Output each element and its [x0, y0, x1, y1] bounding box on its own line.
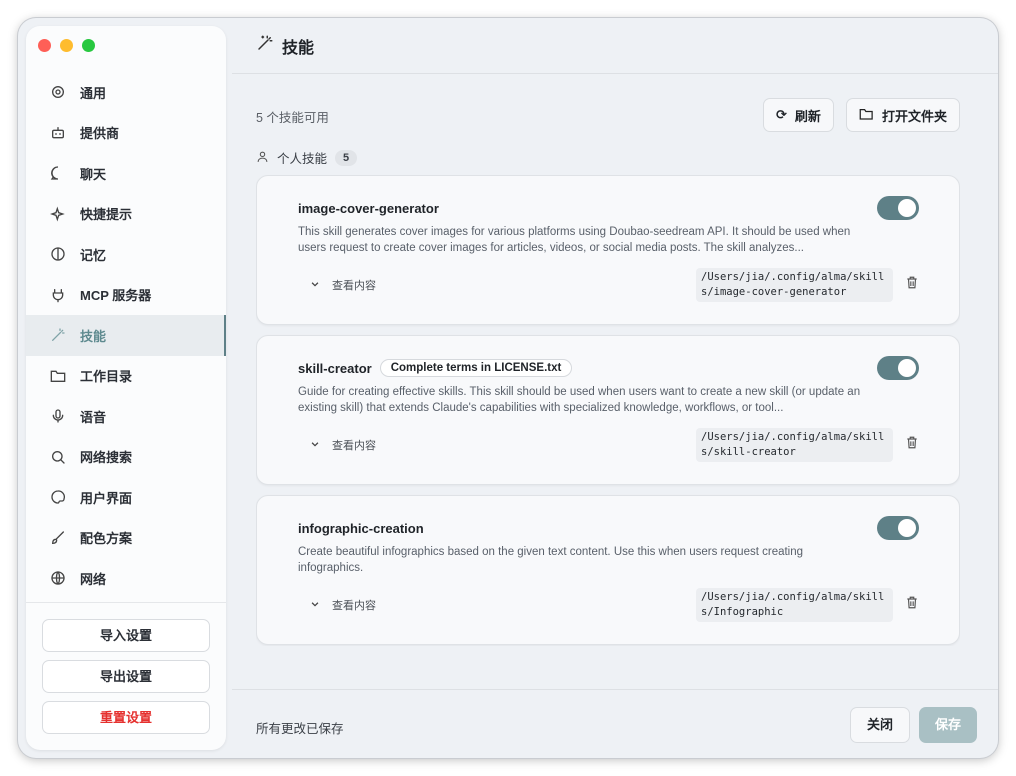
footer: 所有更改已保存 关闭 保存	[232, 689, 998, 758]
trash-icon[interactable]	[905, 435, 919, 455]
sidebar-item-2[interactable]: 聊天	[26, 153, 226, 194]
sidebar-item-label: 网络搜索	[80, 450, 133, 466]
gear-icon	[50, 84, 66, 100]
sidebar-item-label: 记忆	[80, 247, 107, 263]
magic-wand-icon	[50, 327, 66, 343]
skill-card: skill-creator Complete terms in LICENSE.t…	[256, 335, 960, 485]
sidebar-item-10[interactable]: 用户界面	[26, 477, 226, 518]
sidebar-item-label: 提供商	[80, 126, 120, 142]
skill-enabled-toggle[interactable]	[877, 196, 919, 220]
brush-icon	[50, 530, 66, 546]
chevron-down-icon	[310, 599, 320, 612]
minimize-window-button[interactable]	[60, 39, 73, 52]
view-content-label: 查看内容	[332, 280, 376, 292]
section-label: 个人技能	[277, 152, 328, 166]
skill-card: infographic-creation Create beautiful in…	[256, 495, 960, 645]
view-content-toggle[interactable]: 查看内容	[298, 437, 376, 453]
sidebar-item-label: 聊天	[80, 166, 107, 182]
zoom-window-button[interactable]	[82, 39, 95, 52]
skill-path: /Users/jia/.config/alma/skills/Infograph…	[696, 588, 893, 622]
plug-icon	[50, 287, 66, 303]
traffic-lights	[38, 39, 95, 52]
sidebar-item-0[interactable]: 通用	[26, 72, 226, 113]
sidebar-item-label: MCP 服务器	[80, 288, 152, 304]
sidebar-item-label: 工作目录	[80, 369, 133, 385]
sidebar-item-4[interactable]: 记忆	[26, 234, 226, 275]
sidebar-item-label: 配色方案	[80, 531, 133, 547]
user-icon	[256, 150, 269, 166]
skill-description: Guide for creating effective skills. Thi…	[298, 386, 861, 414]
skill-path: /Users/jia/.config/alma/skills/skill-cre…	[696, 428, 893, 462]
folder-open-icon	[859, 107, 874, 124]
microphone-icon	[50, 408, 66, 424]
sidebar-item-8[interactable]: 语音	[26, 396, 226, 437]
brain-icon	[50, 246, 66, 262]
skill-enabled-toggle[interactable]	[877, 516, 919, 540]
view-content-label: 查看内容	[332, 440, 376, 452]
settings-window: 通用 提供商 聊天 快捷提示 记忆 MCP 服务器 技能 工作目录 语音 网络搜索 用户界面 配色方案…	[18, 18, 998, 758]
sparkles-icon	[50, 206, 66, 222]
import-settings-button[interactable]: 导入设置	[42, 619, 210, 652]
view-content-label: 查看内容	[332, 600, 376, 612]
view-content-toggle[interactable]: 查看内容	[298, 597, 376, 613]
skill-card: image-cover-generator This skill generat…	[256, 175, 960, 325]
sidebar-item-9[interactable]: 网络搜索	[26, 437, 226, 478]
skill-count-badge: 5	[335, 149, 358, 166]
folder-icon	[50, 368, 66, 384]
close-button[interactable]: 关闭	[850, 707, 911, 743]
open-folder-label: 打开文件夹	[882, 108, 948, 124]
sidebar-item-11[interactable]: 配色方案	[26, 518, 226, 559]
sidebar-item-label: 语音	[80, 409, 107, 425]
skill-name: image-cover-generator	[298, 200, 439, 216]
skill-enabled-toggle[interactable]	[877, 356, 919, 380]
skill-name: skill-creator	[298, 360, 372, 376]
sidebar-item-label: 用户界面	[80, 490, 133, 506]
chevron-down-icon	[310, 279, 320, 292]
chat-bubble-icon	[50, 165, 66, 181]
search-icon	[50, 449, 66, 465]
sidebar-item-label: 快捷提示	[80, 207, 133, 223]
license-badge: Complete terms in LICENSE.txt	[379, 359, 573, 377]
personal-skills-section: 个人技能 5	[256, 148, 358, 167]
sidebar-item-3[interactable]: 快捷提示	[26, 194, 226, 235]
sidebar-item-label: 通用	[80, 85, 107, 101]
sidebar-item-12[interactable]: 网络	[26, 558, 226, 599]
open-folder-button[interactable]: 打开文件夹	[846, 98, 961, 132]
chevron-down-icon	[310, 439, 320, 452]
sidebar-item-6[interactable]: 技能	[26, 315, 226, 356]
close-window-button[interactable]	[38, 39, 51, 52]
bot-icon	[50, 125, 66, 141]
sidebar-nav: 通用提供商聊天快捷提示记忆 MCP 服务器 技能工作目录语音网络搜索用户界面配色方案…	[26, 72, 226, 599]
refresh-label: 刷新	[794, 108, 821, 124]
sidebar-item-label: 网络	[80, 571, 107, 587]
skills-available-count: 5 个技能可用	[256, 111, 329, 125]
page-header: 技能	[232, 18, 998, 74]
skill-description: Create beautiful infographics based on t…	[298, 546, 804, 574]
skill-path: /Users/jia/.config/alma/skills/image-cov…	[696, 268, 893, 302]
skill-description: This skill generates cover images for va…	[298, 226, 851, 254]
refresh-button[interactable]: ⟳ 刷新	[763, 98, 834, 132]
globe-icon	[50, 570, 66, 586]
view-content-toggle[interactable]: 查看内容	[298, 277, 376, 293]
sidebar-item-5[interactable]: MCP 服务器	[26, 275, 226, 316]
skill-name: infographic-creation	[298, 520, 424, 536]
save-status: 所有更改已保存	[256, 722, 344, 736]
refresh-icon: ⟳	[776, 107, 787, 122]
palette-icon	[50, 489, 66, 505]
sidebar-item-label: 技能	[80, 328, 107, 344]
magic-wand-icon	[256, 34, 274, 57]
page-title: 技能	[282, 39, 315, 57]
reset-settings-button[interactable]: 重置设置	[42, 701, 210, 734]
skills-list[interactable]: image-cover-generator This skill generat…	[256, 175, 960, 646]
export-settings-button[interactable]: 导出设置	[42, 660, 210, 693]
save-button[interactable]: 保存	[919, 707, 978, 743]
sidebar-item-1[interactable]: 提供商	[26, 113, 226, 154]
trash-icon[interactable]	[905, 595, 919, 615]
sidebar-item-7[interactable]: 工作目录	[26, 356, 226, 397]
trash-icon[interactable]	[905, 275, 919, 295]
sidebar: 通用提供商聊天快捷提示记忆 MCP 服务器 技能工作目录语音网络搜索用户界面配色方案…	[26, 26, 226, 750]
